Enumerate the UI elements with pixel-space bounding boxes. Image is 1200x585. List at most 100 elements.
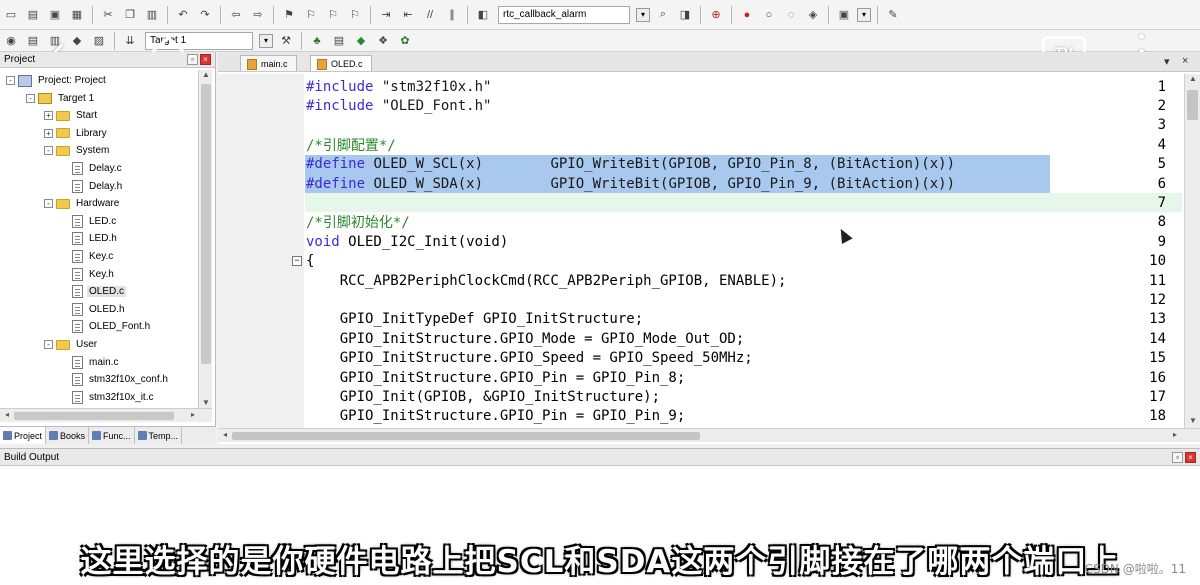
tree-item[interactable]: main.c bbox=[62, 354, 120, 371]
find-in-files-icon[interactable]: ◧ bbox=[474, 6, 492, 24]
close-panel-icon[interactable]: × bbox=[1185, 451, 1196, 463]
tree-vertical-scrollbar[interactable]: ▲ ▼ bbox=[198, 70, 212, 410]
tab-oled-c[interactable]: OLED.c bbox=[310, 55, 372, 71]
code-line[interactable]: 16 GPIO_InitStructure.GPIO_Pin = GPIO_Pi… bbox=[218, 368, 1182, 387]
tree-item[interactable]: - User bbox=[44, 336, 99, 353]
code-line[interactable]: 18 GPIO_InitStructure.GPIO_Pin = GPIO_Pi… bbox=[218, 407, 1182, 426]
tree-item[interactable]: Key.c bbox=[62, 248, 115, 265]
disable-all-breakpoints-icon[interactable]: ◈ bbox=[804, 6, 822, 24]
scroll-down-icon[interactable]: ▼ bbox=[1185, 416, 1200, 428]
tree-item[interactable]: LED.c bbox=[62, 213, 118, 230]
code-line[interactable]: 14 GPIO_InitStructure.GPIO_Mode = GPIO_M… bbox=[218, 329, 1182, 348]
uncomment-icon[interactable]: ∥ bbox=[443, 6, 461, 24]
stop-build-icon[interactable]: ▨ bbox=[90, 32, 108, 50]
code-line[interactable]: 1 #include "stm32f10x.h" bbox=[218, 77, 1182, 96]
tree-item[interactable]: Delay.h bbox=[62, 178, 124, 195]
close-panel-icon[interactable]: × bbox=[200, 54, 211, 65]
pack-installer-icon[interactable]: ❖ bbox=[374, 32, 392, 50]
scroll-up-icon[interactable]: ▲ bbox=[1185, 74, 1200, 86]
collapse-icon[interactable]: - bbox=[6, 76, 15, 85]
tree-item[interactable]: stm32f10x_it.c bbox=[62, 389, 155, 406]
paste-icon[interactable]: ▥ bbox=[143, 6, 161, 24]
select-packs-icon[interactable]: ✿ bbox=[396, 32, 414, 50]
find-combo[interactable]: rtc_callback_alarm bbox=[498, 5, 630, 24]
editor-hscroll-thumb[interactable] bbox=[232, 432, 700, 440]
configure-icon[interactable]: ✎ bbox=[884, 6, 902, 24]
collapse-icon[interactable]: - bbox=[26, 93, 35, 103]
code-line[interactable]: 8 /*引脚初始化*/ bbox=[218, 213, 1182, 232]
download-icon[interactable]: ⇊ bbox=[121, 32, 139, 50]
tree-item[interactable]: LED.h bbox=[62, 230, 119, 247]
copy-icon[interactable]: ❐ bbox=[121, 6, 139, 24]
scroll-left-icon[interactable]: ◂ bbox=[0, 410, 14, 422]
prev-bookmark-icon[interactable]: ⚐ bbox=[302, 6, 320, 24]
save-all-icon[interactable]: ▦ bbox=[68, 6, 86, 24]
disable-breakpoint-icon[interactable]: ○ bbox=[760, 6, 778, 24]
code-line[interactable]: 10 −{ bbox=[218, 252, 1182, 271]
cut-icon[interactable]: ✂ bbox=[99, 6, 117, 24]
collapse-icon[interactable]: - bbox=[44, 199, 53, 209]
code-line[interactable]: 5 #define OLED_W_SCL(x) GPIO_WriteBit(GPI… bbox=[218, 155, 1182, 174]
redo-icon[interactable]: ↷ bbox=[196, 6, 214, 24]
comment-icon[interactable]: // bbox=[421, 6, 439, 24]
manage-components-icon[interactable]: ♣ bbox=[308, 32, 326, 50]
translate-icon[interactable]: ◉ bbox=[2, 32, 20, 50]
kill-breakpoints-icon[interactable]: ◌ bbox=[782, 6, 800, 24]
tree-item[interactable]: OLED_Font.h bbox=[62, 318, 152, 335]
bookmark-icon[interactable]: ⚑ bbox=[280, 6, 298, 24]
tree-item[interactable]: OLED.h bbox=[62, 301, 127, 318]
find-combo-dropdown-icon[interactable]: ▾ bbox=[636, 7, 650, 22]
code-line[interactable]: 12 bbox=[218, 290, 1182, 309]
editor-scroll-thumb[interactable] bbox=[1187, 90, 1198, 120]
tree-item[interactable]: - Hardware bbox=[44, 195, 121, 212]
collapse-icon[interactable]: - bbox=[44, 340, 53, 349]
new-file-icon[interactable]: ▭ bbox=[2, 6, 20, 24]
breakpoint-icon[interactable]: ● bbox=[738, 6, 756, 24]
debug-magnifier-icon[interactable]: ⊕ bbox=[707, 6, 725, 24]
tree-horizontal-scrollbar[interactable]: ◂ ▸ bbox=[0, 408, 212, 422]
navigate-forward-icon[interactable]: ⇨ bbox=[249, 6, 267, 24]
window-layout-icon[interactable]: ▣ bbox=[835, 6, 853, 24]
tree-scroll-thumb[interactable] bbox=[201, 84, 211, 364]
pin-icon[interactable]: ▫ bbox=[187, 54, 198, 65]
fold-collapse-icon[interactable]: − bbox=[292, 256, 302, 267]
tree-hscroll-thumb[interactable] bbox=[14, 412, 174, 420]
panel-tab[interactable]: Func... bbox=[89, 427, 135, 444]
save-icon[interactable]: ▣ bbox=[46, 6, 64, 24]
code-area[interactable]: 1 #include "stm32f10x.h" 2 #include "OLED_F… bbox=[218, 74, 1182, 428]
open-folder-icon[interactable]: ▤ bbox=[24, 6, 42, 24]
tree-item[interactable]: + Start bbox=[44, 107, 99, 124]
scroll-up-icon[interactable]: ▲ bbox=[199, 70, 213, 82]
editor-horizontal-scrollbar[interactable]: ◂ ▸ bbox=[218, 428, 1200, 442]
undo-icon[interactable]: ↶ bbox=[174, 6, 192, 24]
batch-build-icon[interactable]: ◆ bbox=[68, 32, 86, 50]
next-bookmark-icon[interactable]: ⚐ bbox=[324, 6, 342, 24]
panel-tab[interactable]: Books bbox=[46, 427, 90, 444]
unindent-icon[interactable]: ⇤ bbox=[399, 6, 417, 24]
tab-list-icon[interactable]: ▾ bbox=[1164, 55, 1170, 68]
code-line[interactable]: 17 GPIO_Init(GPIOB, &GPIO_InitStructure)… bbox=[218, 387, 1182, 406]
code-line[interactable]: 3 bbox=[218, 116, 1182, 135]
find-icon[interactable]: ⌕ bbox=[654, 6, 672, 24]
expand-icon[interactable]: + bbox=[44, 111, 53, 121]
code-line[interactable]: 15 GPIO_InitStructure.GPIO_Speed = GPIO_… bbox=[218, 349, 1182, 368]
target-options-icon[interactable]: ⚒ bbox=[277, 32, 295, 50]
build-icon[interactable]: ▤ bbox=[24, 32, 42, 50]
panel-tab[interactable]: Project bbox=[0, 427, 47, 444]
run-time-env-icon[interactable]: ◆ bbox=[352, 32, 370, 50]
clear-bookmarks-icon[interactable]: ⚐ bbox=[346, 6, 364, 24]
editor-vertical-scrollbar[interactable]: ▲ ▼ bbox=[1184, 74, 1200, 428]
tree-item[interactable]: - Target 1 bbox=[26, 90, 96, 107]
tree-item[interactable]: OLED.c bbox=[62, 283, 127, 300]
tree-item[interactable]: Delay.c bbox=[62, 160, 124, 177]
pin-icon[interactable]: ▫ bbox=[1172, 451, 1183, 463]
panel-tab[interactable]: Temp... bbox=[135, 427, 183, 444]
code-line[interactable]: 13 GPIO_InitTypeDef GPIO_InitStructure; bbox=[218, 310, 1182, 329]
window-layout-dropdown-icon[interactable]: ▾ bbox=[857, 7, 871, 22]
close-tab-icon[interactable]: × bbox=[1182, 55, 1188, 67]
expand-icon[interactable]: + bbox=[44, 128, 53, 138]
incremental-find-icon[interactable]: ◨ bbox=[676, 6, 694, 24]
tree-item[interactable]: - Project: Project bbox=[6, 72, 108, 89]
tree-item[interactable]: + Library bbox=[44, 125, 109, 142]
collapse-icon[interactable]: - bbox=[44, 146, 53, 156]
